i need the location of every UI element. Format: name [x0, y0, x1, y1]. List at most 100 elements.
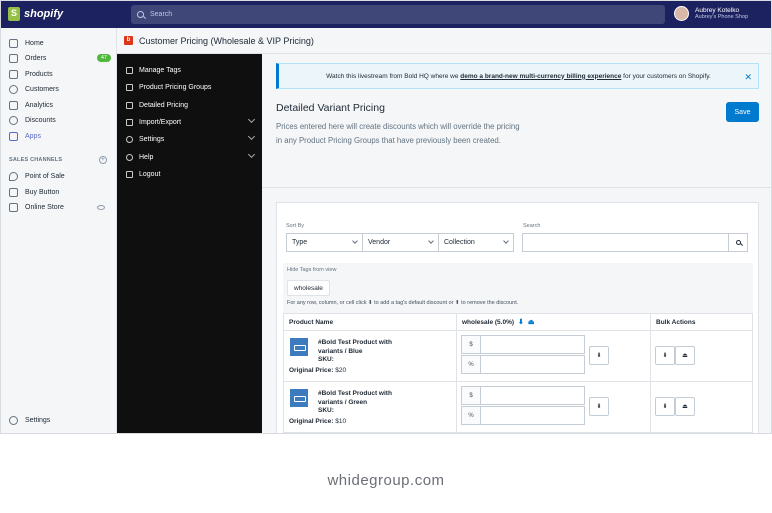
menu-label: Logout — [139, 170, 161, 178]
table-row: #Bold Test Product with variants / Blue … — [283, 331, 753, 382]
nav-label: Settings — [25, 416, 51, 424]
vendor-select[interactable]: Vendor — [362, 233, 439, 252]
search-button[interactable] — [728, 233, 748, 252]
original-price-label: Original Price: — [289, 367, 334, 374]
menu-label: Product Pricing Groups — [139, 83, 212, 91]
wholesale-cell: $ % ⬇ — [457, 331, 651, 381]
location-pin-icon — [9, 171, 18, 181]
col-product-name: Product Name — [284, 314, 457, 330]
product-sku: SKU: — [318, 407, 334, 414]
person-icon — [9, 84, 18, 94]
nav-item-products[interactable]: Products — [9, 67, 109, 81]
nav-item-point-of-sale[interactable]: Point of Sale — [9, 169, 109, 183]
col-wholesale-label: wholesale (5.0%) — [462, 318, 515, 326]
upload-icon[interactable]: ⏏ — [528, 318, 535, 326]
banner-link[interactable]: demo a brand-new multi-currency billing … — [460, 73, 621, 80]
import-export-icon — [126, 118, 133, 126]
type-select[interactable]: Type — [286, 233, 363, 252]
price-input[interactable]: $ — [461, 335, 585, 354]
menu-detailed-pricing[interactable]: Detailed Pricing — [126, 98, 254, 112]
menu-product-pricing-groups[interactable]: Product Pricing Groups — [126, 80, 254, 94]
nav-label: Point of Sale — [25, 172, 65, 180]
percent-input[interactable]: % — [461, 355, 585, 374]
download-icon[interactable]: ⬇ — [655, 397, 675, 416]
user-info: Aubrey Kotelko Aubrey's Phone Shop — [695, 7, 748, 20]
save-button[interactable]: Save — [726, 102, 759, 122]
product-search-input[interactable] — [522, 233, 729, 252]
page-description: Prices entered here will create discount… — [276, 122, 520, 145]
divider — [262, 187, 771, 188]
nav-label: Customers — [25, 85, 59, 93]
search-input[interactable]: Search — [131, 5, 665, 24]
menu-label: Manage Tags — [139, 66, 181, 74]
menu-manage-tags[interactable]: Manage Tags — [126, 63, 254, 77]
nav-item-apps[interactable]: Apps — [9, 129, 109, 143]
buy-button-icon — [9, 187, 18, 197]
original-price: Original Price: $20 — [289, 367, 346, 374]
gear-icon — [126, 135, 133, 143]
search-label: Search — [523, 223, 541, 229]
original-price-value: $20 — [335, 367, 347, 374]
nav-item-discounts[interactable]: Discounts — [9, 113, 109, 127]
search-placeholder: Search — [150, 11, 173, 18]
admin-sidebar: Home Orders 47 Products Customers Analyt… — [1, 28, 117, 433]
percent-prefix: % — [462, 356, 481, 373]
add-channel-icon[interactable]: + — [99, 156, 107, 164]
logout-icon — [126, 170, 133, 178]
search-icon — [137, 11, 144, 18]
nav-item-settings[interactable]: Settings — [9, 413, 109, 427]
menu-help[interactable]: Help — [126, 150, 256, 164]
download-icon[interactable]: ⬇ — [518, 318, 524, 326]
price-input[interactable]: $ — [461, 386, 585, 405]
download-icon[interactable]: ⬇ — [655, 346, 675, 365]
upload-icon[interactable]: ⏏ — [675, 397, 695, 416]
table-header: Product Name wholesale (5.0%) ⬇ ⏏ Bulk A… — [283, 313, 753, 331]
product-cell: #Bold Test Product with variants / Green… — [284, 382, 457, 432]
user-menu[interactable]: Aubrey Kotelko Aubrey's Phone Shop — [674, 6, 748, 21]
chevron-down-icon — [247, 150, 256, 159]
menu-settings[interactable]: Settings — [126, 132, 256, 146]
download-icon[interactable]: ⬇ — [589, 346, 609, 365]
chevron-down-icon — [503, 238, 509, 244]
main-content: Watch this livestream from Bold HQ where… — [262, 54, 771, 433]
sales-channels-heading: SALES CHANNELS + — [9, 156, 107, 164]
menu-import-export[interactable]: Import/Export — [126, 115, 256, 129]
nav-item-home[interactable]: Home — [9, 36, 109, 50]
download-icon[interactable]: ⬇ — [589, 397, 609, 416]
nav-label: Home — [25, 39, 44, 47]
nav-item-buy-button[interactable]: Buy Button — [9, 185, 109, 199]
bulk-actions-cell: ⬇ ⏏ — [651, 382, 752, 432]
apps-icon — [9, 131, 18, 141]
tag-wholesale[interactable]: wholesale — [287, 280, 330, 296]
menu-logout[interactable]: Logout — [126, 167, 254, 181]
nav-item-customers[interactable]: Customers — [9, 82, 109, 96]
banner-suffix: for your customers on Shopify. — [621, 72, 711, 80]
app-title: Customer Pricing (Wholesale & VIP Pricin… — [139, 35, 314, 46]
banner-text: Watch this livestream from Bold HQ where… — [326, 73, 711, 80]
upload-icon[interactable]: ⏏ — [675, 346, 695, 365]
eye-icon[interactable] — [97, 204, 105, 210]
col-bulk-actions: Bulk Actions — [656, 318, 696, 326]
tag-icon — [9, 69, 18, 79]
grid-icon — [126, 83, 133, 91]
user-name: Aubrey Kotelko — [695, 7, 740, 14]
page-title: Detailed Variant Pricing — [276, 102, 385, 114]
shopify-logo[interactable]: shopify — [8, 7, 63, 21]
orders-icon — [9, 53, 18, 63]
nav-item-orders[interactable]: Orders 47 — [9, 51, 111, 65]
dollar-prefix: $ — [462, 387, 481, 404]
nav-item-online-store[interactable]: Online Store — [9, 200, 109, 214]
watermark-brand: whidegroup.com — [327, 472, 445, 489]
nav-label: Orders — [25, 54, 47, 62]
chevron-down-icon — [247, 115, 256, 124]
banner-prefix: Watch this livestream from Bold HQ where… — [326, 72, 461, 80]
nav-label: Online Store — [25, 203, 64, 211]
percent-input[interactable]: % — [461, 406, 585, 425]
menu-label: Import/Export — [139, 118, 182, 126]
table-row: #Bold Test Product with variants / Green… — [283, 382, 753, 433]
nav-item-analytics[interactable]: Analytics — [9, 98, 109, 112]
help-icon — [126, 153, 133, 161]
chevron-down-icon — [247, 132, 256, 141]
close-icon[interactable]: ✕ — [744, 72, 752, 83]
collection-select[interactable]: Collection — [438, 233, 514, 252]
